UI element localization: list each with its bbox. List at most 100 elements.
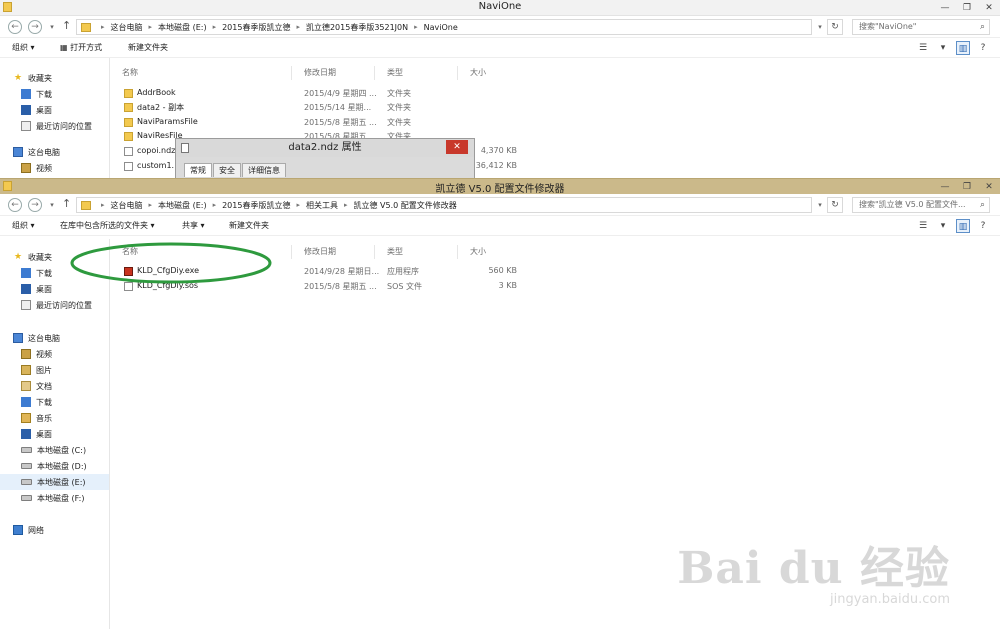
column-header-size[interactable]: 大小	[459, 245, 519, 259]
open-with-button[interactable]: ▦ 打开方式	[60, 42, 102, 53]
nav-drive-e[interactable]: 本地磁盘 (E:)	[0, 474, 109, 490]
back-button[interactable]: ←	[8, 20, 22, 34]
recent-places-icon	[21, 121, 31, 131]
title-bar[interactable]: 凯立德 V5.0 配置文件修改器 — ❐ ✕	[0, 178, 1000, 195]
search-input[interactable]: 搜索"NaviOne" ⌕	[852, 19, 990, 35]
breadcrumb-item[interactable]: NaviOne	[424, 23, 458, 32]
address-row: ← → ▾ ↑ ▸ 这台电脑 ▸ 本地磁盘 (E:) ▸ 2015春季版凯立德 …	[0, 16, 1000, 38]
dialog-close-button[interactable]: ✕	[446, 140, 468, 154]
search-icon: ⌕	[979, 22, 985, 32]
address-history-chevron-icon[interactable]: ▾	[814, 197, 826, 213]
file-icon	[124, 147, 133, 156]
title-bar[interactable]: NaviOne — ❐ ✕	[0, 0, 1000, 16]
nav-desktop-pc[interactable]: 桌面	[0, 426, 109, 442]
recent-locations-chevron-icon[interactable]: ▾	[46, 19, 58, 35]
drive-icon	[21, 447, 32, 453]
new-folder-button[interactable]: 新建文件夹	[229, 220, 269, 231]
maximize-button[interactable]: ❐	[956, 0, 978, 16]
address-bar[interactable]: ▸ 这台电脑 ▸ 本地磁盘 (E:) ▸ 2015春季版凯立德 ▸ 相关工具 ▸…	[76, 197, 812, 213]
nav-favorites[interactable]: ★ 收藏夹	[0, 70, 109, 86]
nav-drive-f[interactable]: 本地磁盘 (F:)	[0, 490, 109, 506]
refresh-icon[interactable]: ↻	[827, 197, 843, 213]
command-bar: 组织 ▾ ▦ 打开方式 新建文件夹 ☰ ▾ ▥ ?	[0, 38, 1000, 58]
organize-button[interactable]: 组织 ▾	[12, 220, 35, 231]
help-icon[interactable]: ?	[976, 41, 990, 55]
file-row[interactable]: AddrBook 2015/4/9 星期四 ... 文件夹	[111, 87, 1000, 101]
up-arrow-icon[interactable]: ↑	[62, 197, 71, 210]
column-header-date[interactable]: 修改日期	[293, 245, 375, 259]
address-history-chevron-icon[interactable]: ▾	[814, 19, 826, 35]
nav-downloads[interactable]: 下载	[0, 86, 109, 102]
breadcrumb-item[interactable]: 凯立德 V5.0 配置文件修改器	[353, 200, 456, 211]
watermark-logo: Bai du 经验	[677, 543, 950, 594]
breadcrumb-item[interactable]: 2015春季版凯立德	[222, 200, 290, 211]
nav-this-pc[interactable]: 这台电脑	[0, 144, 109, 160]
window-title: 凯立德 V5.0 配置文件修改器	[435, 184, 565, 195]
star-icon: ★	[13, 73, 23, 83]
address-row: ← → ▾ ↑ ▸ 这台电脑 ▸ 本地磁盘 (E:) ▸ 2015春季版凯立德 …	[0, 194, 1000, 216]
desktop-icon	[21, 429, 31, 439]
recent-locations-chevron-icon[interactable]: ▾	[46, 197, 58, 213]
nav-videos[interactable]: 视频	[0, 346, 109, 362]
column-header-type[interactable]: 类型	[376, 245, 458, 259]
refresh-icon[interactable]: ↻	[827, 19, 843, 35]
forward-button[interactable]: →	[28, 20, 42, 34]
nav-documents[interactable]: 文档	[0, 378, 109, 394]
nav-pictures[interactable]: 图片	[0, 362, 109, 378]
minimize-button[interactable]: —	[934, 179, 956, 195]
column-header-name[interactable]: 名称	[111, 66, 292, 80]
nav-drive-c[interactable]: 本地磁盘 (C:)	[0, 442, 109, 458]
forward-button[interactable]: →	[28, 198, 42, 212]
tab-security[interactable]: 安全	[213, 163, 241, 177]
breadcrumb-item[interactable]: 2015春季版凯立德	[222, 22, 290, 33]
nav-drive-d[interactable]: 本地磁盘 (D:)	[0, 458, 109, 474]
include-in-library-button[interactable]: 在库中包含所选的文件夹 ▾	[60, 220, 155, 231]
search-input[interactable]: 搜索"凯立德 V5.0 配置文件... ⌕	[852, 197, 990, 213]
view-options-icon[interactable]: ☰	[916, 219, 930, 233]
nav-recent[interactable]: 最近访问的位置	[0, 297, 109, 313]
back-button[interactable]: ←	[8, 198, 22, 212]
breadcrumb-item[interactable]: 凯立德2015春季版3521J0N	[306, 22, 408, 33]
share-button[interactable]: 共享 ▾	[182, 220, 205, 231]
drive-icon	[21, 479, 32, 485]
minimize-button[interactable]: —	[934, 0, 956, 16]
preview-pane-icon[interactable]: ▥	[956, 41, 970, 55]
new-folder-button[interactable]: 新建文件夹	[128, 42, 168, 53]
file-row[interactable]: NaviParamsFile 2015/5/8 星期五 ... 文件夹	[111, 116, 1000, 130]
nav-network[interactable]: 网络	[0, 522, 109, 538]
downloads-icon	[21, 397, 31, 407]
organize-button[interactable]: 组织 ▾	[12, 42, 35, 53]
search-icon: ⌕	[979, 200, 985, 210]
view-options-icon[interactable]: ☰	[916, 41, 930, 55]
help-icon[interactable]: ?	[976, 219, 990, 233]
up-arrow-icon[interactable]: ↑	[62, 19, 71, 32]
nav-this-pc[interactable]: 这台电脑	[0, 330, 109, 346]
column-header-date[interactable]: 修改日期	[293, 66, 375, 80]
column-header-type[interactable]: 类型	[376, 66, 458, 80]
breadcrumb-item[interactable]: 这台电脑	[111, 22, 143, 33]
preview-pane-icon[interactable]: ▥	[956, 219, 970, 233]
view-chevron-icon[interactable]: ▾	[936, 41, 950, 55]
nav-music[interactable]: 音乐	[0, 410, 109, 426]
tab-details[interactable]: 详细信息	[242, 163, 286, 177]
highlight-ellipse	[70, 242, 272, 284]
nav-downloads-pc[interactable]: 下载	[0, 394, 109, 410]
breadcrumb-item[interactable]: 本地磁盘 (E:)	[158, 22, 207, 33]
nav-desktop[interactable]: 桌面	[0, 102, 109, 118]
close-button[interactable]: ✕	[978, 179, 1000, 195]
breadcrumb-item[interactable]: 相关工具	[306, 200, 338, 211]
nav-videos[interactable]: 视频	[0, 160, 109, 176]
breadcrumb-item[interactable]: 本地磁盘 (E:)	[158, 200, 207, 211]
breadcrumb-item[interactable]: 这台电脑	[111, 200, 143, 211]
tab-general[interactable]: 常规	[184, 163, 212, 177]
view-chevron-icon[interactable]: ▾	[936, 219, 950, 233]
computer-icon	[13, 333, 23, 343]
nav-recent[interactable]: 最近访问的位置	[0, 118, 109, 134]
file-row[interactable]: data2 - 副本 2015/5/14 星期... 文件夹	[111, 101, 1000, 115]
close-button[interactable]: ✕	[978, 0, 1000, 16]
maximize-button[interactable]: ❐	[956, 179, 978, 195]
recent-places-icon	[21, 300, 31, 310]
address-bar[interactable]: ▸ 这台电脑 ▸ 本地磁盘 (E:) ▸ 2015春季版凯立德 ▸ 凯立德201…	[76, 19, 812, 35]
column-header-size[interactable]: 大小	[459, 66, 519, 80]
dialog-title[interactable]: data2.ndz 属性	[176, 139, 474, 157]
